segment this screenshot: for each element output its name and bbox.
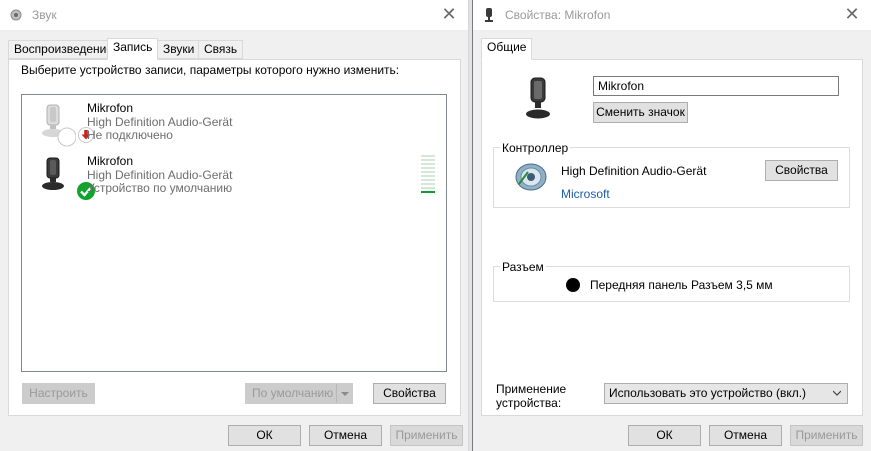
device-driver: High Definition Audio-Gerät [87, 115, 233, 129]
device-status: Не подключено [87, 128, 173, 142]
controller-group-label: Контроллер [500, 141, 571, 155]
device-list: Mikrofon High Definition Audio-Gerät Не … [21, 94, 447, 372]
usage-label-line1: Применение [496, 382, 567, 396]
jack-color-indicator [566, 278, 580, 292]
cancel-button[interactable]: Отмена [709, 425, 782, 446]
title-bar[interactable]: Свойства: Mikrofon ✕ [473, 0, 871, 30]
window-title: Свойства: Mikrofon [505, 8, 611, 22]
device-driver: High Definition Audio-Gerät [87, 168, 233, 182]
sound-dialog: Звук ✕ Воспроизведение Запись Звуки Связ… [0, 0, 469, 451]
level-meter-segment [421, 179, 435, 181]
tab-sounds[interactable]: Звуки [157, 40, 201, 59]
level-meter-segment [421, 167, 435, 169]
list-item[interactable]: Mikrofon High Definition Audio-Gerät Не … [22, 99, 274, 149]
usage-select[interactable]: Использовать это устройство (вкл.) [604, 383, 848, 404]
level-meter-segment [421, 159, 435, 161]
list-item[interactable]: Mikrofon High Definition Audio-Gerät Уст… [22, 152, 274, 202]
apply-button[interactable]: Применить [390, 425, 463, 446]
level-meter-segment [421, 155, 435, 157]
set-default-button[interactable]: По умолчанию [245, 383, 353, 404]
audio-device-icon [515, 163, 547, 191]
tab-recording[interactable]: Запись [107, 38, 159, 60]
ok-button[interactable]: ОК [628, 425, 701, 446]
microphone-icon [526, 77, 550, 119]
level-meter [421, 155, 435, 195]
device-name-field[interactable]: Mikrofon [593, 76, 839, 96]
cancel-button[interactable]: Отмена [309, 425, 382, 446]
level-meter-segment [421, 171, 435, 173]
chevron-down-icon[interactable] [336, 384, 352, 403]
chevron-down-icon [833, 390, 841, 396]
speaker-icon [10, 9, 22, 21]
microphone-icon [42, 104, 76, 147]
jack-group-label: Разъем [500, 260, 546, 274]
device-status: Устройство по умолчанию [87, 181, 233, 195]
usage-label: Применение устройства: [496, 382, 566, 410]
level-meter-segment [421, 175, 435, 177]
tab-communications[interactable]: Связь [198, 40, 244, 59]
level-meter-segment [421, 187, 435, 189]
controller-vendor: Microsoft [561, 187, 610, 201]
level-meter-segment [421, 163, 435, 165]
set-default-label: По умолчанию [252, 386, 334, 400]
ok-button[interactable]: ОК [228, 425, 301, 446]
title-bar[interactable]: Звук ✕ [0, 0, 468, 30]
window-title: Звук [32, 8, 57, 22]
level-meter-segment [421, 191, 435, 193]
microphone-icon [485, 8, 493, 22]
close-icon[interactable]: ✕ [843, 5, 861, 23]
close-icon[interactable]: ✕ [440, 5, 458, 23]
jack-description: Передняя панель Разъем 3,5 мм [590, 278, 773, 292]
instruction-text: Выберите устройство записи, параметры ко… [21, 63, 400, 77]
microphone-icon [42, 157, 64, 190]
usage-label-line2: устройства: [496, 396, 562, 410]
tab-general[interactable]: Общие [481, 38, 533, 60]
device-name: Mikrofon [87, 101, 134, 115]
configure-button[interactable]: Настроить [22, 383, 95, 404]
level-meter-segment [421, 183, 435, 185]
device-name: Mikrofon [87, 154, 134, 168]
properties-button[interactable]: Свойства [373, 383, 446, 404]
controller-name: High Definition Audio-Gerät [561, 164, 707, 178]
controller-properties-button[interactable]: Свойства [765, 160, 838, 181]
apply-button[interactable]: Применить [790, 425, 863, 446]
tab-playback[interactable]: Воспроизведение [8, 40, 120, 59]
usage-select-value: Использовать это устройство (вкл.) [609, 386, 807, 400]
change-icon-button[interactable]: Сменить значок [593, 102, 688, 123]
